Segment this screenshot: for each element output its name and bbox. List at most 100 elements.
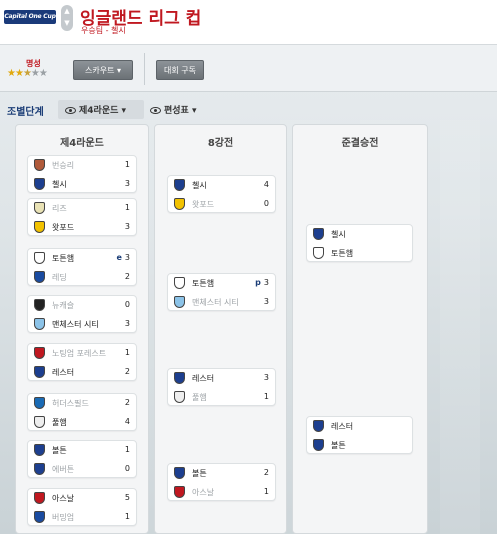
team-row[interactable]: 왓포드 3	[28, 218, 136, 236]
team-name[interactable]: 왓포드	[52, 222, 74, 233]
team-row[interactable]: 허더스필드 2	[28, 394, 136, 412]
match-card[interactable]: 첼시토튼햄	[306, 224, 413, 262]
team-name[interactable]: 레딩	[52, 272, 67, 283]
club-crest-icon	[34, 444, 45, 456]
team-name[interactable]: 첼시	[192, 180, 207, 191]
competition-switch-arrows[interactable]: ▲ ▼	[61, 5, 73, 31]
round-dropdown[interactable]: 제4라운드 ▾	[65, 103, 126, 116]
team-name[interactable]: 풀햄	[52, 417, 67, 428]
team-row[interactable]: 번승리 1	[28, 156, 136, 174]
team-name[interactable]: 맨체스터 시티	[52, 319, 99, 330]
match-card[interactable]: 허더스필드 2 풀햄 4	[27, 393, 137, 431]
team-row[interactable]: 레스터 3	[168, 369, 275, 387]
team-row[interactable]: 첼시	[307, 225, 412, 243]
team-name[interactable]: 풀햄	[192, 392, 207, 403]
match-card[interactable]: 번승리 1 첼시 3	[27, 155, 137, 193]
team-name[interactable]: 에버튼	[52, 464, 74, 475]
score-value: 1	[263, 392, 269, 401]
team-name[interactable]: 리즈	[52, 203, 67, 214]
team-row[interactable]: 맨체스터 시티 3	[168, 293, 275, 311]
team-row[interactable]: 토튼햄 p 3	[168, 274, 275, 292]
team-row[interactable]: 버밍엄 1	[28, 508, 136, 526]
team-row[interactable]: 아스날 5	[28, 489, 136, 507]
score-value: 1	[124, 512, 130, 521]
club-crest-icon	[174, 277, 185, 289]
score-value: 3	[124, 222, 130, 231]
team-name[interactable]: 볼튼	[52, 445, 67, 456]
match-card[interactable]: 아스날 5 버밍엄 1	[27, 488, 137, 526]
team-row[interactable]: 볼튼	[307, 436, 412, 454]
team-name[interactable]: 뉴캐슬	[52, 300, 74, 311]
team-row[interactable]: 볼튼 1	[28, 441, 136, 459]
team-row[interactable]: 아스날 1	[168, 483, 275, 501]
team-name[interactable]: 토튼햄	[331, 248, 353, 259]
team-row[interactable]: 첼시 4	[168, 176, 275, 194]
match-card[interactable]: 토튼햄 e 3 레딩 2	[27, 248, 137, 286]
team-score: 5	[125, 493, 130, 502]
team-name[interactable]: 토튼햄	[192, 278, 214, 289]
club-crest-icon	[174, 467, 185, 479]
match-card[interactable]: 뉴캐슬 0 맨체스터 시티 3	[27, 295, 137, 333]
match-card[interactable]: 노팅엄 포레스트 1 레스터 2	[27, 343, 137, 381]
star-icon: ★	[14, 68, 24, 79]
team-name[interactable]: 허더스필드	[52, 398, 89, 409]
team-name[interactable]: 맨체스터 시티	[192, 297, 239, 308]
team-name[interactable]: 첼시	[52, 179, 67, 190]
team-name[interactable]: 버밍엄	[52, 512, 74, 523]
score-value: 2	[124, 367, 130, 376]
team-name[interactable]: 레스터	[52, 367, 74, 378]
score-value: 3	[263, 373, 269, 382]
team-row[interactable]: 레스터	[307, 417, 412, 435]
club-crest-icon	[34, 492, 45, 504]
team-row[interactable]: 레딩 2	[28, 268, 136, 286]
match-card[interactable]: 리즈 1 왓포드 3	[27, 198, 137, 236]
team-name[interactable]: 첼시	[331, 229, 346, 240]
team-row[interactable]: 노팅엄 포레스트 1	[28, 344, 136, 362]
team-row[interactable]: 토튼햄 e 3	[28, 249, 136, 267]
team-row[interactable]: 레스터 2	[28, 363, 136, 381]
team-name[interactable]: 왓포드	[192, 199, 214, 210]
team-score: e3	[116, 253, 130, 262]
match-card[interactable]: 첼시 4 왓포드 0	[167, 175, 276, 213]
team-name[interactable]: 번승리	[52, 160, 74, 171]
score-value: 3	[124, 253, 130, 262]
schedule-dropdown[interactable]: 편성표 ▾	[150, 103, 197, 116]
team-row[interactable]: 첼시 3	[28, 175, 136, 193]
team-row[interactable]: 풀햄 4	[28, 413, 136, 431]
match-card[interactable]: 토튼햄 p 3 맨체스터 시티 3	[167, 273, 276, 311]
subscribe-button[interactable]: 대회 구독	[156, 60, 204, 80]
team-row[interactable]: 뉴캐슬 0	[28, 296, 136, 314]
match-card[interactable]: 레스터 3 풀햄 1	[167, 368, 276, 406]
team-name[interactable]: 노팅엄 포레스트	[52, 348, 106, 359]
team-name[interactable]: 레스터	[192, 373, 214, 384]
competition-winner: 우승팀 - 첼시	[81, 26, 126, 35]
team-row[interactable]: 리즈 1	[28, 199, 136, 217]
team-name[interactable]: 볼튼	[192, 468, 207, 479]
team-name[interactable]: 볼튼	[331, 440, 346, 451]
team-row[interactable]: 볼튼 2	[168, 464, 275, 482]
team-row[interactable]: 에버튼 0	[28, 460, 136, 478]
club-crest-icon	[34, 366, 45, 378]
team-name[interactable]: 아스날	[52, 493, 74, 504]
club-crest-icon	[34, 416, 45, 428]
team-name[interactable]: 토튼햄	[52, 253, 74, 264]
team-row[interactable]: 토튼햄	[307, 244, 412, 262]
team-score: 1	[125, 203, 130, 212]
team-row[interactable]: 풀햄 1	[168, 388, 275, 406]
team-score: 1	[125, 348, 130, 357]
match-card[interactable]: 볼튼 1 에버튼 0	[27, 440, 137, 478]
club-crest-icon	[34, 221, 45, 233]
team-row[interactable]: 왓포드 0	[168, 195, 275, 213]
club-crest-icon	[313, 228, 324, 240]
team-score: p3	[255, 278, 269, 287]
match-card[interactable]: 레스터볼튼	[306, 416, 413, 454]
team-row[interactable]: 맨체스터 시티 3	[28, 315, 136, 333]
star-icon: ★	[7, 68, 16, 79]
team-name[interactable]: 레스터	[331, 421, 353, 432]
match-card[interactable]: 볼튼 2 아스날 1	[167, 463, 276, 501]
team-score: 3	[264, 297, 269, 306]
score-value: 1	[263, 487, 269, 496]
team-score: 2	[125, 272, 130, 281]
team-name[interactable]: 아스날	[192, 487, 214, 498]
scout-button[interactable]: 스카우트 ▾	[73, 60, 133, 80]
